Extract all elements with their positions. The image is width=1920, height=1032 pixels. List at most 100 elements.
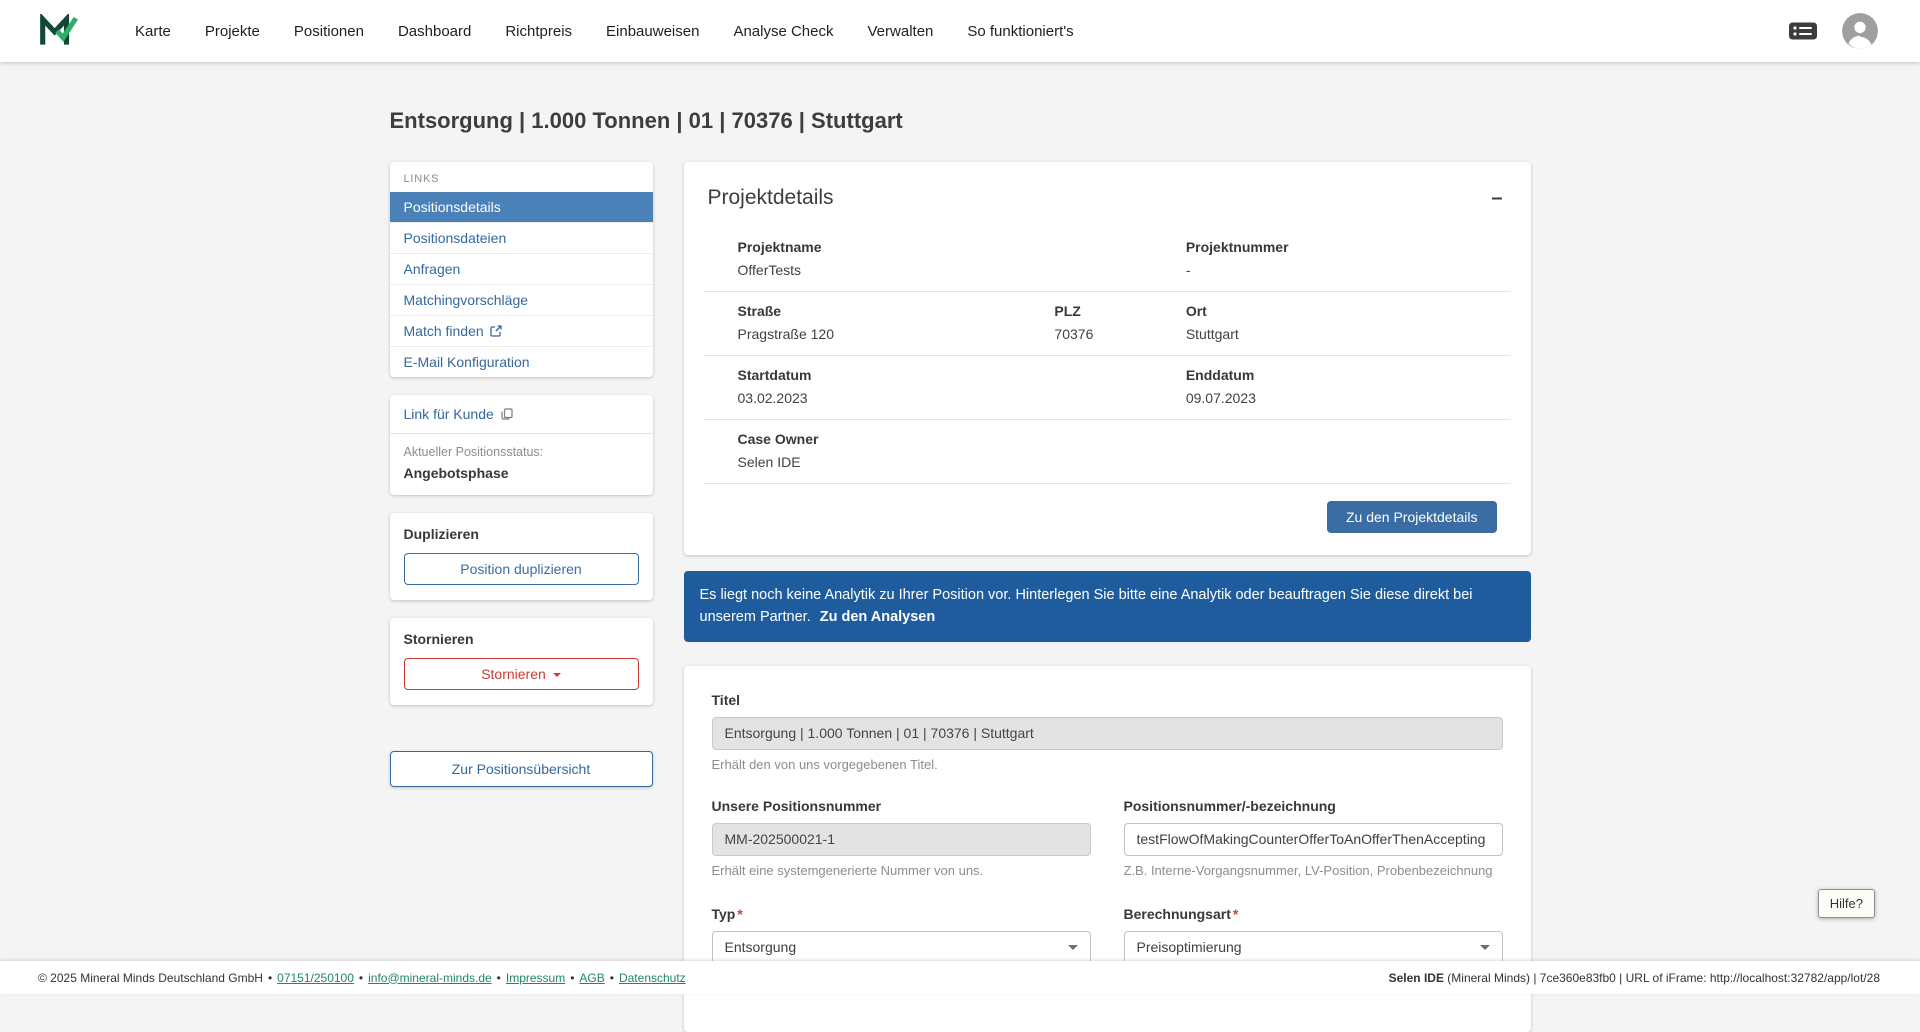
nav-item-analyse-check[interactable]: Analyse Check: [716, 0, 850, 62]
ort-label: Ort: [1186, 303, 1501, 319]
status-card: Link für Kunde Aktueller Positionsstatus…: [390, 395, 653, 495]
agb-link[interactable]: AGB: [579, 971, 604, 985]
cancel-card: Stornieren Stornieren: [390, 618, 653, 705]
positionsnummer-label: Unsere Positionsnummer: [712, 798, 1091, 814]
nav-item-einbauweisen[interactable]: Einbauweisen: [589, 0, 716, 62]
footer-session-details: (Mineral Minds) | 7ce360e83fb0 | URL of …: [1444, 971, 1880, 985]
titel-input: [712, 717, 1503, 750]
nav-item-verwalten[interactable]: Verwalten: [851, 0, 951, 62]
impressum-link[interactable]: Impressum: [506, 971, 565, 985]
typ-select-value: Entsorgung: [725, 939, 797, 955]
typ-label-text: Typ: [712, 906, 736, 922]
banner-text: Es liegt noch keine Analytik zu Ihrer Po…: [700, 587, 1473, 625]
plz-value: 70376: [1054, 326, 1175, 342]
projektnummer-label: Projektnummer: [1186, 239, 1501, 255]
sidebar-item-email-konfiguration[interactable]: E-Mail Konfiguration: [390, 346, 653, 377]
sidebar-item-positionsdateien[interactable]: Positionsdateien: [390, 222, 653, 253]
chevron-down-icon: [1068, 945, 1078, 950]
strasse-value: Pragstraße 120: [738, 326, 1045, 342]
positionsnummer-input: [712, 823, 1091, 856]
external-link-icon: [490, 325, 502, 337]
nav-item-karte[interactable]: Karte: [118, 0, 188, 62]
plz-label: PLZ: [1054, 303, 1175, 319]
footer: © 2025 Mineral Minds Deutschland GmbH • …: [0, 961, 1920, 994]
mineral-minds-logo[interactable]: [38, 14, 78, 48]
startdatum-label: Startdatum: [738, 367, 1176, 383]
strasse-label: Straße: [738, 303, 1045, 319]
typ-select[interactable]: Entsorgung: [712, 931, 1091, 964]
projektdetails-table: Projektname OfferTests Projektnummer - S…: [704, 228, 1511, 484]
server-icon[interactable]: [1788, 21, 1818, 41]
titel-helper: Erhält den von uns vorgegebenen Titel.: [712, 757, 1503, 772]
page-title: Entsorgung | 1.000 Tonnen | 01 | 70376 |…: [390, 108, 1531, 134]
berechnungsart-label-text: Berechnungsart: [1124, 906, 1231, 922]
typ-label: Typ*: [712, 906, 1091, 922]
enddatum-label: Enddatum: [1186, 367, 1501, 383]
hilfe-button[interactable]: Hilfe?: [1818, 889, 1875, 918]
copyright-text: © 2025 Mineral Minds Deutschland GmbH: [38, 971, 263, 985]
sidebar-item-positionsdetails[interactable]: Positionsdetails: [390, 192, 653, 222]
bezeichnung-helper: Z.B. Interne-Vorgangsnummer, LV-Position…: [1124, 863, 1503, 878]
nav-item-so-funktionierts[interactable]: So funktioniert's: [950, 0, 1090, 62]
footer-left: © 2025 Mineral Minds Deutschland GmbH • …: [38, 971, 686, 985]
table-row: Startdatum 03.02.2023 Enddatum 09.07.202…: [704, 356, 1511, 420]
links-card-title: LINKS: [390, 162, 653, 192]
position-status: Aktueller Positionsstatus: Angebotsphase: [390, 434, 653, 495]
ort-value: Stuttgart: [1186, 326, 1501, 342]
projektname-value: OfferTests: [738, 262, 1176, 278]
sidebar-item-match-finden[interactable]: Match finden: [390, 315, 653, 346]
sidebar-item-anfragen[interactable]: Anfragen: [390, 253, 653, 284]
berechnungsart-select-value: Preisoptimierung: [1137, 939, 1242, 955]
zu-den-analysen-link[interactable]: Zu den Analysen: [820, 609, 935, 625]
email-link[interactable]: info@mineral-minds.de: [368, 971, 492, 985]
nav-item-positionen[interactable]: Positionen: [277, 0, 381, 62]
status-value: Angebotsphase: [404, 465, 639, 481]
navbar-right: [1788, 13, 1878, 49]
analytik-info-banner: Es liegt noch keine Analytik zu Ihrer Po…: [684, 571, 1531, 642]
navbar-left: Karte Projekte Positionen Dashboard Rich…: [38, 0, 1091, 62]
footer-user-name: Selen IDE: [1389, 971, 1444, 985]
customer-link-label: Link für Kunde: [404, 406, 494, 422]
stornieren-button[interactable]: Stornieren: [404, 658, 639, 690]
projektdetails-title: Projektdetails: [708, 186, 834, 210]
separator-dot: •: [359, 971, 363, 985]
berechnungsart-select[interactable]: Preisoptimierung: [1124, 931, 1503, 964]
nav-item-projekte[interactable]: Projekte: [188, 0, 277, 62]
sidebar-item-label: Match finden: [404, 323, 484, 339]
positionsnummer-group: Unsere Positionsnummer Erhält eine syste…: [712, 798, 1091, 878]
user-avatar[interactable]: [1842, 13, 1878, 49]
datenschutz-link[interactable]: Datenschutz: [619, 971, 686, 985]
caret-down-icon: [553, 673, 561, 677]
person-icon: [1842, 13, 1878, 49]
table-row: Case Owner Selen IDE: [704, 420, 1511, 484]
position-duplizieren-button[interactable]: Position duplizieren: [404, 553, 639, 585]
sidebar-item-matchingvorschlaege[interactable]: Matchingvorschläge: [390, 284, 653, 315]
status-label: Aktueller Positionsstatus:: [404, 445, 639, 459]
separator-dot: •: [610, 971, 614, 985]
berechnungsart-label: Berechnungsart*: [1124, 906, 1503, 922]
required-asterisk: *: [737, 906, 742, 922]
sidebar: LINKS Positionsdetails Positionsdateien …: [390, 162, 653, 787]
zur-positionsuebersicht-button[interactable]: Zur Positionsübersicht: [390, 751, 653, 787]
nav-item-dashboard[interactable]: Dashboard: [381, 0, 488, 62]
bezeichnung-label: Positionsnummer/-bezeichnung: [1124, 798, 1503, 814]
page-content: Entsorgung | 1.000 Tonnen | 01 | 70376 |…: [390, 0, 1531, 1032]
nav-item-richtpreis[interactable]: Richtpreis: [488, 0, 589, 62]
links-card: LINKS Positionsdetails Positionsdateien …: [390, 162, 653, 377]
separator-dot: •: [570, 971, 574, 985]
table-row: Projektname OfferTests Projektnummer -: [704, 228, 1511, 292]
case-owner-value: Selen IDE: [738, 454, 1501, 470]
customer-link[interactable]: Link für Kunde: [390, 395, 653, 434]
bezeichnung-input[interactable]: [1124, 823, 1503, 856]
separator-dot: •: [268, 971, 272, 985]
main-column: Projektdetails – Projektname OfferTests …: [684, 162, 1531, 1032]
logo-icon: [38, 14, 78, 48]
titel-group: Titel Erhält den von uns vorgegebenen Ti…: [712, 692, 1503, 772]
duplicate-card-title: Duplizieren: [404, 526, 639, 542]
stornieren-button-label: Stornieren: [481, 666, 546, 682]
cancel-card-title: Stornieren: [404, 631, 639, 647]
zu-den-projektdetails-button[interactable]: Zu den Projektdetails: [1327, 501, 1497, 533]
collapse-icon[interactable]: –: [1491, 188, 1502, 208]
chevron-down-icon: [1480, 945, 1490, 950]
phone-link[interactable]: 07151/250100: [277, 971, 354, 985]
